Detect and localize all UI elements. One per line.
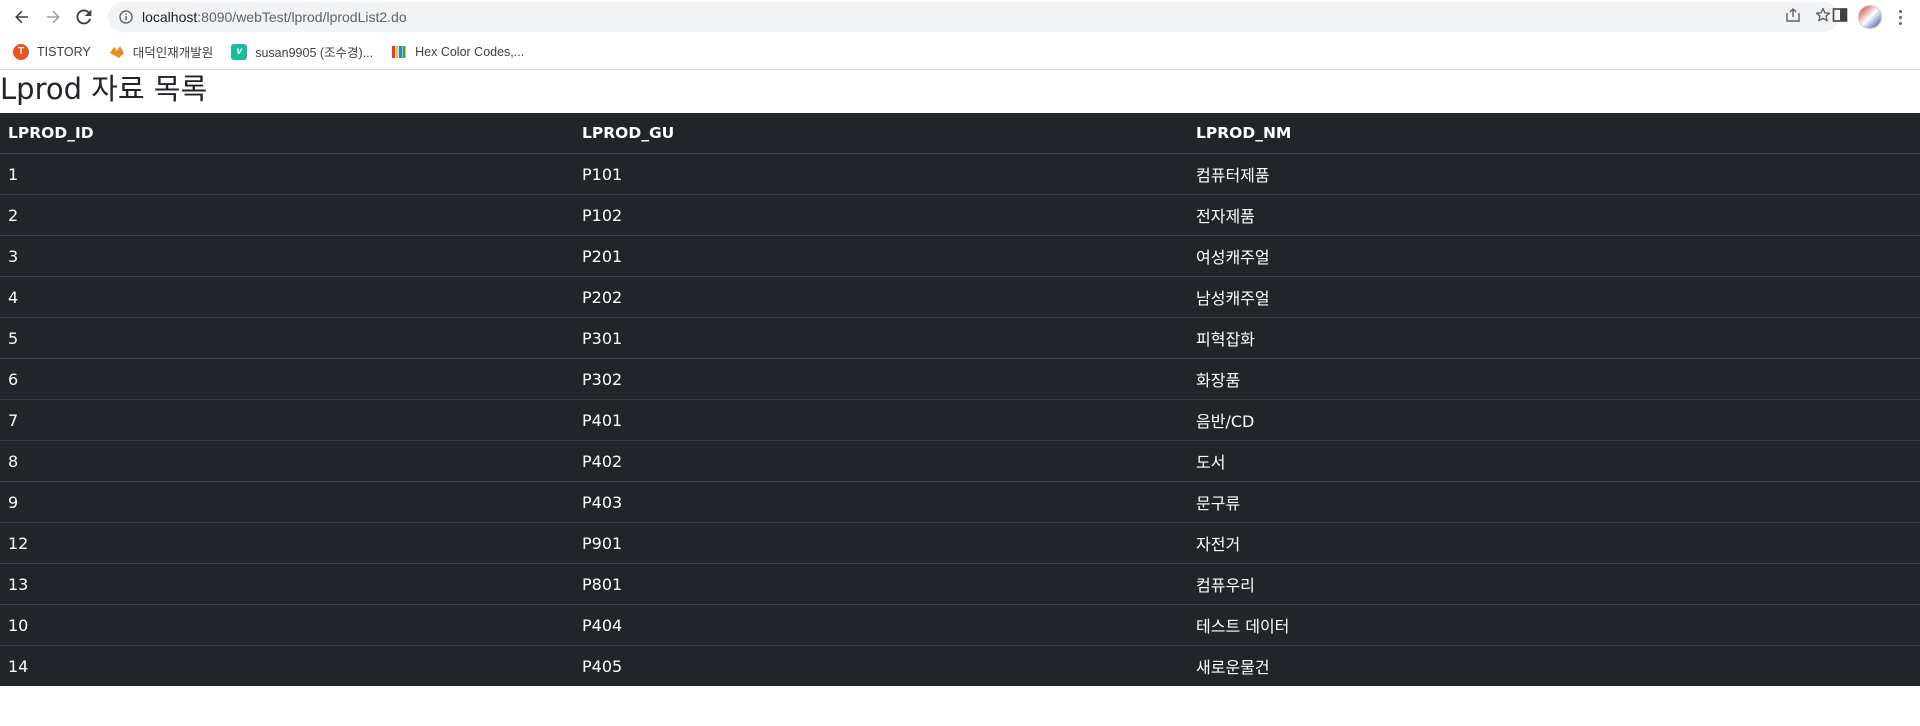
table-row: 12 P901 자전거 xyxy=(0,522,1920,564)
cell-lprod-nm: 음반/CD xyxy=(1188,399,1920,441)
lprod-table: LPROD_ID LPROD_GU LPROD_NM 1 P101 컴퓨터제품 … xyxy=(0,113,1920,686)
address-bar[interactable]: localhost:8090/webTest/lprod/lprodList2.… xyxy=(108,2,1839,32)
cell-lprod-gu: P202 xyxy=(574,276,1188,318)
page-title: Lprod 자료 목록 xyxy=(0,72,208,106)
tistory-icon: T xyxy=(13,43,29,60)
cell-lprod-nm: 문구류 xyxy=(1188,481,1920,523)
bookmark-label: Hex Color Codes,... xyxy=(415,44,525,59)
cell-lprod-id: 4 xyxy=(0,276,574,318)
cell-lprod-id: 10 xyxy=(0,604,574,646)
share-icon[interactable] xyxy=(1785,7,1801,28)
cell-lprod-gu: P402 xyxy=(574,440,1188,482)
browser-toolbar: localhost:8090/webTest/lprod/lprodList2.… xyxy=(0,0,1920,34)
column-header-lprod-gu: LPROD_GU xyxy=(574,113,1188,154)
cell-lprod-gu: P901 xyxy=(574,522,1188,564)
daedeok-icon xyxy=(109,44,125,60)
cell-lprod-id: 12 xyxy=(0,522,574,564)
velog-icon: v xyxy=(231,43,248,60)
table-row: 13 P801 컴퓨우리 xyxy=(0,563,1920,605)
cell-lprod-nm: 남성캐주얼 xyxy=(1188,276,1920,318)
cell-lprod-id: 5 xyxy=(0,317,574,359)
table-row: 5 P301 피혁잡화 xyxy=(0,317,1920,359)
cell-lprod-id: 9 xyxy=(0,481,574,523)
cell-lprod-id: 14 xyxy=(8,656,29,676)
arrow-right-icon xyxy=(47,10,60,24)
url-text[interactable]: localhost:8090/webTest/lprod/lprodList2.… xyxy=(142,9,407,25)
arrow-left-icon xyxy=(15,10,28,24)
column-header-lprod-id: LPROD_ID xyxy=(0,113,574,154)
table-row: 8 P402 도서 xyxy=(0,440,1920,482)
cell-lprod-gu: P405 xyxy=(582,656,623,676)
table-row: 3 P201 여성캐주얼 xyxy=(0,235,1920,277)
bookmark-tistory[interactable]: T TISTORY xyxy=(13,43,91,60)
reload-icon xyxy=(76,9,92,25)
back-button[interactable] xyxy=(8,3,36,31)
cell-lprod-id: 1 xyxy=(0,153,574,195)
hex-color-icon xyxy=(391,44,407,60)
table-row: 2 P102 전자제품 xyxy=(0,194,1920,236)
cell-lprod-nm: 도서 xyxy=(1188,440,1920,482)
cell-lprod-nm: 컴퓨우리 xyxy=(1188,563,1920,605)
reload-button[interactable] xyxy=(70,3,98,31)
table-row: 14 P405 새로운물건 xyxy=(0,646,1920,687)
cell-lprod-nm: 컴퓨터제품 xyxy=(1188,153,1920,195)
table-row: 9 P403 문구류 xyxy=(0,481,1920,523)
cell-lprod-gu: P101 xyxy=(574,153,1188,195)
cell-lprod-nm: 자전거 xyxy=(1188,522,1920,564)
cell-lprod-gu: P801 xyxy=(574,563,1188,605)
column-header-lprod-nm: LPROD_NM xyxy=(1188,113,1920,154)
cell-lprod-nm: 여성캐주얼 xyxy=(1188,235,1920,277)
side-panel-icon[interactable] xyxy=(1832,7,1848,28)
bookmark-hex-color[interactable]: Hex Color Codes,... xyxy=(391,44,524,60)
url-host: localhost xyxy=(142,9,198,25)
cell-lprod-gu: P102 xyxy=(574,194,1188,236)
table-row: 7 P401 음반/CD xyxy=(0,399,1920,441)
bookmark-daedeok[interactable]: 대덕인재개발원 xyxy=(109,42,214,61)
cell-lprod-gu: P403 xyxy=(574,481,1188,523)
bookmark-label: 대덕인재개발원 xyxy=(132,46,214,60)
profile-avatar[interactable] xyxy=(1858,5,1882,29)
table-row: 1 P101 컴퓨터제품 xyxy=(0,153,1920,195)
table-header-row: LPROD_ID LPROD_GU LPROD_NM xyxy=(0,113,1920,154)
cell-lprod-nm: 화장품 xyxy=(1188,358,1920,400)
cell-lprod-gu: P201 xyxy=(574,235,1188,277)
cell-lprod-id: 7 xyxy=(0,399,574,441)
star-icon[interactable] xyxy=(1815,7,1831,28)
cell-lprod-gu: P302 xyxy=(574,358,1188,400)
bookmarks-bar: T TISTORY 대덕인재개발원 v susan9905 (조수경)... H… xyxy=(0,34,1920,70)
cell-lprod-id: 6 xyxy=(0,358,574,400)
table-row: 6 P302 화장품 xyxy=(0,358,1920,400)
forward-button[interactable] xyxy=(39,3,67,31)
cell-lprod-id: 3 xyxy=(0,235,574,277)
table-row: 4 P202 남성캐주얼 xyxy=(0,276,1920,318)
bookmark-label: susan9905 (조수경)... xyxy=(255,46,374,60)
cell-lprod-gu: P301 xyxy=(574,317,1188,359)
url-path: :8090/webTest/lprod/lprodList2.do xyxy=(197,9,407,25)
table-row: 10 P404 테스트 데이터 xyxy=(0,604,1920,646)
cell-lprod-id: 13 xyxy=(0,563,574,605)
cell-lprod-gu: P401 xyxy=(574,399,1188,441)
cell-lprod-id: 8 xyxy=(0,440,574,482)
cell-lprod-nm: 새로운물건 xyxy=(1196,658,1270,677)
cell-lprod-nm: 피혁잡화 xyxy=(1188,317,1920,359)
bookmark-label: TISTORY xyxy=(37,44,91,59)
cell-lprod-id: 2 xyxy=(0,194,574,236)
cell-lprod-nm: 테스트 데이터 xyxy=(1188,604,1920,646)
page-content: Lprod 자료 목록 LPROD_ID LPROD_GU LPROD_NM 1… xyxy=(0,70,1920,686)
bookmark-velog[interactable]: v susan9905 (조수경)... xyxy=(231,42,373,61)
info-icon[interactable] xyxy=(119,10,133,24)
cell-lprod-nm: 전자제품 xyxy=(1188,194,1920,236)
more-menu-icon[interactable] xyxy=(1892,6,1908,28)
cell-lprod-gu: P404 xyxy=(574,604,1188,646)
